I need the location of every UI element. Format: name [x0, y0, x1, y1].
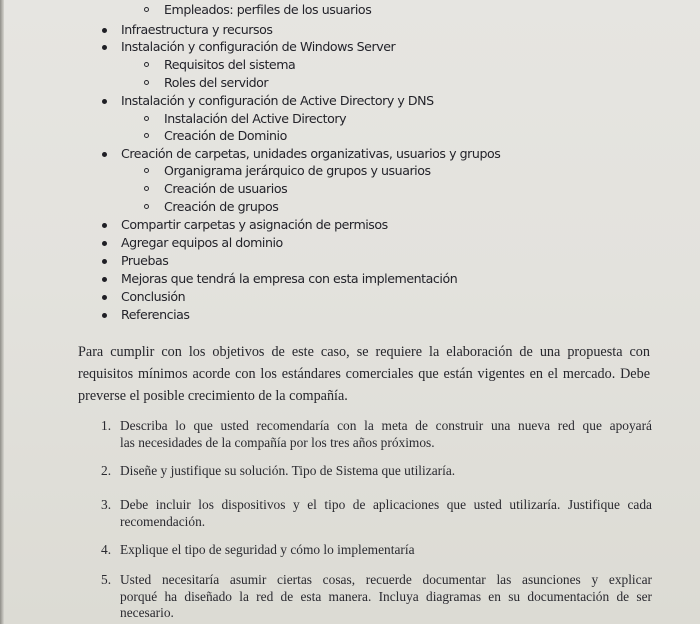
outline-item-text: Compartir carpetas y asignación de permi…	[121, 217, 388, 232]
requirements-paragraph: Para cumplir con los objetivos de este c…	[78, 341, 650, 407]
page-edge-shadow	[0, 0, 4, 624]
outline-item-text: Instalación y configuración de Active Di…	[121, 93, 434, 108]
item-line: necesario.	[120, 605, 174, 620]
item-line: porqué ha diseñado la red de esta manera…	[120, 588, 652, 604]
hollow-bullet-icon	[144, 7, 149, 12]
outline-subitem: Instalación del Active Directory	[144, 110, 347, 128]
hollow-bullet-icon	[144, 116, 149, 121]
hollow-bullet-icon	[144, 204, 149, 209]
outline-subitem: Requisitos del sistema	[144, 56, 296, 74]
outline-item-text: Creación de usuarios	[164, 181, 288, 196]
item-line: recomendación.	[120, 513, 206, 529]
outline-item-text: Creación de Dominio	[164, 128, 287, 143]
item-line: Debe incluir los dispositivos y el tipo …	[120, 497, 652, 512]
hollow-bullet-icon	[144, 168, 149, 173]
item-line: Describa lo que usted recomendaría con l…	[120, 418, 652, 433]
outline-item: Infraestructura y recursos	[102, 21, 273, 39]
item-number: 5.	[101, 572, 112, 587]
bullet-icon	[102, 152, 107, 157]
hollow-bullet-icon	[144, 62, 149, 67]
outline-item: Creación de carpetas, unidades organizat…	[102, 145, 501, 163]
outline-subitem: Creación de Dominio	[144, 127, 287, 145]
item-number: 4.	[101, 542, 112, 557]
hollow-bullet-icon	[144, 133, 149, 138]
outline-item-text: Roles del servidor	[164, 75, 269, 90]
outline-subitem: Roles del servidor	[144, 74, 269, 92]
outline-item-text: Conclusión	[121, 289, 186, 304]
bullet-icon	[102, 241, 107, 246]
outline-item: Referencias	[102, 306, 190, 324]
hollow-bullet-icon	[144, 186, 149, 191]
outline-item-text: Infraestructura y recursos	[121, 22, 273, 37]
document-page: Empleados: perfiles de los usuarios Infr…	[0, 0, 700, 624]
outline-item: Agregar equipos al dominio	[102, 234, 283, 252]
outline-subitem: Creación de usuarios	[144, 180, 288, 198]
outline-item: Mejoras que tendrá la empresa con esta i…	[102, 270, 458, 288]
outline-item: Instalación y configuración de Active Di…	[102, 92, 434, 110]
outline-item-text: Mejoras que tendrá la empresa con esta i…	[121, 271, 458, 286]
outline-item-text: Instalación y configuración de Windows S…	[121, 39, 396, 54]
paragraph-line: requisitos mínimos acorde con los estánd…	[78, 366, 650, 382]
bullet-icon	[102, 223, 107, 228]
outline-item-text: Creación de grupos	[164, 199, 279, 214]
item-number: 1.	[101, 418, 112, 433]
bullet-icon	[102, 28, 107, 33]
outline-item-text: Instalación del Active Directory	[164, 111, 347, 126]
outline-item-text: Pruebas	[121, 253, 169, 268]
outline-item-text: Agregar equipos al dominio	[121, 235, 283, 250]
bullet-icon	[102, 259, 107, 264]
item-line: Explique el tipo de seguridad y cómo lo …	[120, 542, 415, 557]
outline-subitem: Organigrama jerárquico de grupos y usuar…	[144, 162, 431, 180]
outline-item-text: Referencias	[121, 307, 190, 322]
outline-item: Instalación y configuración de Windows S…	[102, 38, 396, 56]
paragraph-line: Para cumplir con los objetivos de este c…	[78, 344, 650, 360]
outline-item: Compartir carpetas y asignación de permi…	[102, 216, 388, 234]
outline-item: Conclusión	[102, 288, 186, 306]
item-line: Usted necesitaría asumir ciertas cosas, …	[120, 572, 652, 587]
bullet-icon	[102, 99, 107, 104]
outline-item-text: Organigrama jerárquico de grupos y usuar…	[164, 163, 431, 178]
outline-item: Pruebas	[102, 252, 169, 270]
bullet-icon	[102, 45, 107, 50]
item-number: 3.	[101, 497, 112, 512]
bullet-icon	[102, 313, 107, 318]
outline-subitem: Creación de grupos	[144, 198, 279, 216]
item-line: Diseñe y justifique su solución. Tipo de…	[120, 463, 456, 478]
outline-item-text: Empleados: perfiles de los usuarios	[164, 2, 372, 17]
item-line: las necesidades de la compañía por los t…	[120, 434, 435, 450]
bullet-icon	[102, 295, 107, 300]
outline-item-text: Requisitos del sistema	[164, 57, 296, 72]
paragraph-line: preverse el posible crecimiento de la co…	[78, 388, 348, 404]
outline-item-text: Creación de carpetas, unidades organizat…	[121, 146, 501, 161]
outline-subitem: Empleados: perfiles de los usuarios	[144, 1, 372, 19]
bullet-icon	[102, 277, 107, 282]
hollow-bullet-icon	[144, 80, 149, 85]
item-number: 2.	[101, 463, 112, 478]
